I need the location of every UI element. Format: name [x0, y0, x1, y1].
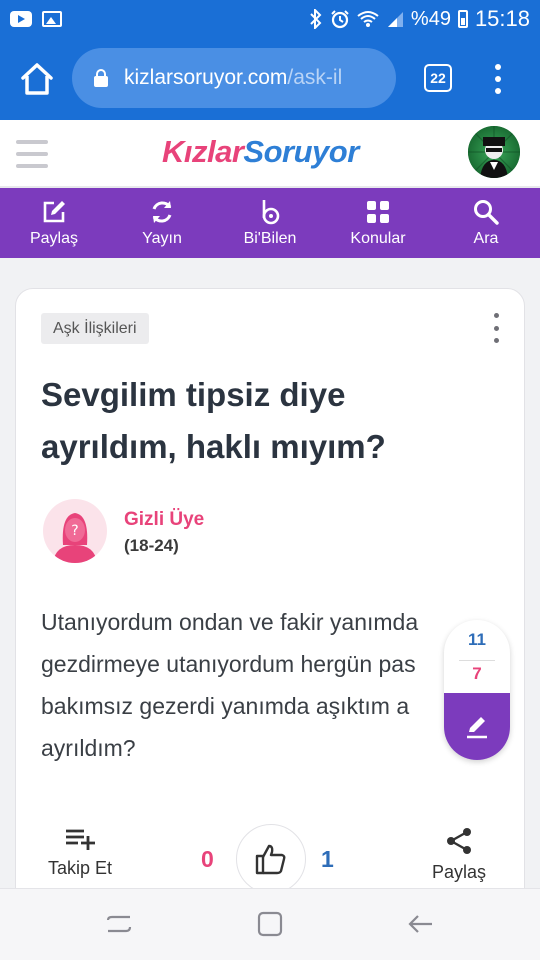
home-icon	[21, 63, 53, 95]
lock-icon	[94, 69, 108, 87]
answer-count-male[interactable]: 11	[444, 630, 510, 650]
back-button[interactable]	[406, 909, 436, 939]
url-path: /ask-il	[287, 66, 343, 89]
divider	[459, 660, 495, 661]
pencil-icon	[467, 716, 487, 738]
signal-icon	[387, 12, 403, 27]
battery-percent: %49	[410, 7, 451, 30]
back-arrow-icon	[408, 915, 432, 933]
share-button[interactable]: Paylaş	[427, 826, 491, 883]
bluetooth-icon	[310, 9, 322, 29]
follow-button[interactable]: Takip Et	[35, 826, 125, 879]
main-nav: Paylaş Yayın Bi'Bilen Konular Ara	[0, 188, 540, 258]
edit-icon	[40, 198, 68, 226]
hamburger-menu-button[interactable]	[16, 138, 48, 170]
question-actions: Takip Et 0 1 Paylaş	[15, 820, 525, 894]
wifi-icon	[357, 11, 379, 27]
like-count: 1	[321, 846, 334, 872]
author-name[interactable]: Gizli Üye	[124, 509, 204, 531]
image-notification-icon	[42, 11, 62, 27]
nav-item-share[interactable]: Paylaş	[0, 188, 108, 258]
user-avatar[interactable]	[468, 126, 520, 178]
author-avatar: ?	[43, 499, 107, 563]
browser-menu-button[interactable]	[488, 64, 508, 94]
tab-switcher-button[interactable]: 22	[424, 64, 452, 92]
floating-answer-widget: 11 7	[444, 620, 510, 760]
site-header: KızlarSoruyor	[0, 120, 540, 188]
answer-count-female[interactable]: 7	[444, 664, 510, 684]
site-logo[interactable]: KızlarSoruyor	[162, 134, 359, 170]
playlist-add-icon	[66, 829, 95, 850]
youtube-notification-icon	[10, 11, 32, 27]
nav-item-topics[interactable]: Konular	[324, 188, 432, 258]
refresh-icon	[148, 198, 176, 226]
nav-item-bibilen[interactable]: Bi'Bilen	[216, 188, 324, 258]
square-home-icon	[257, 911, 283, 937]
svg-text:?: ?	[71, 523, 78, 539]
bibilen-icon	[256, 198, 284, 226]
nav-item-feed[interactable]: Yayın	[108, 188, 216, 258]
thumbs-up-icon	[255, 844, 286, 875]
grid-icon	[364, 198, 392, 226]
status-bar: %49 15:18	[0, 0, 540, 38]
battery-icon	[457, 10, 468, 28]
alarm-icon	[331, 10, 349, 29]
category-tag[interactable]: Aşk İlişkileri	[41, 313, 149, 344]
recent-apps-icon	[106, 915, 132, 933]
question-title: Sevgilim tipsiz diye ayrıldım, haklı mıy…	[41, 376, 386, 465]
recent-apps-button[interactable]	[104, 909, 134, 939]
search-icon	[472, 198, 500, 226]
nav-item-search[interactable]: Ara	[432, 188, 540, 258]
more-options-button[interactable]	[490, 313, 502, 343]
author-age: (18-24)	[124, 536, 179, 555]
dislike-count: 0	[201, 846, 214, 872]
url-domain: kizlarsoruyor.com	[124, 66, 288, 89]
browser-toolbar: kizlarsoruyor.com/ask-il 22	[0, 38, 540, 120]
home-system-button[interactable]	[255, 909, 285, 939]
home-button[interactable]	[18, 60, 56, 98]
system-navigation-bar	[0, 888, 540, 960]
share-icon	[447, 828, 471, 854]
clock: 15:18	[474, 6, 530, 31]
like-button[interactable]	[236, 824, 306, 894]
write-answer-button[interactable]	[444, 693, 510, 760]
address-bar[interactable]: kizlarsoruyor.com/ask-il	[72, 48, 396, 108]
